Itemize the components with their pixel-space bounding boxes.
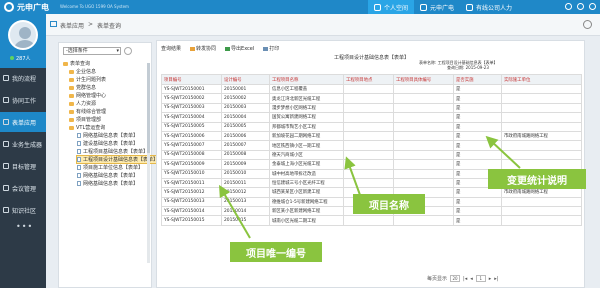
callout-arrow-name xyxy=(344,156,361,196)
callout-project-name: 项目名称 xyxy=(353,194,425,214)
callout-project-id: 项目唯一编号 xyxy=(230,242,322,262)
callout-arrow-id xyxy=(218,184,251,239)
callout-arrow-stats xyxy=(485,135,521,169)
callout-change-stats: 变更统计说明 xyxy=(488,169,586,189)
